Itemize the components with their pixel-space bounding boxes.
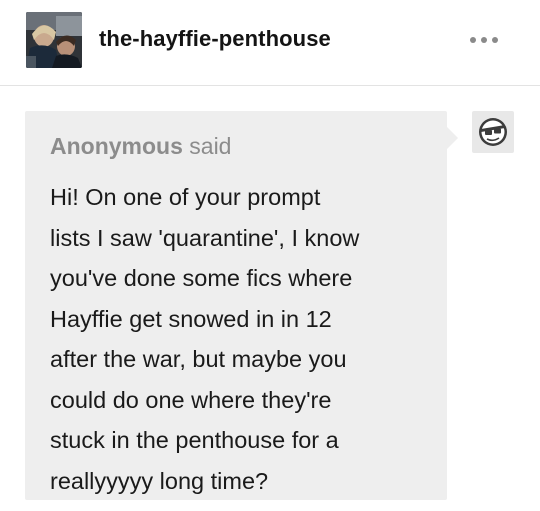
ask-message-line: lists I saw 'quarantine', I know	[50, 224, 360, 251]
anonymous-sunglasses-icon	[479, 118, 507, 146]
ellipsis-icon	[481, 37, 487, 43]
ask-message-line: Hayffie get snowed in in 12	[50, 305, 332, 332]
more-options-button[interactable]	[464, 30, 504, 50]
ask-message-line: Hi! On one of your prompt	[50, 184, 321, 210]
blog-name-link[interactable]: the-hayffie-penthouse	[99, 26, 331, 52]
anonymous-avatar	[472, 111, 514, 153]
ask-message-line: could do one where they're	[50, 386, 332, 413]
ask-message: Hi! On one of your prompt lists I saw 'q…	[50, 177, 425, 501]
asker-line: Anonymous said	[50, 133, 231, 160]
asker-said-label: said	[189, 133, 232, 159]
ask-message-line: stuck in the penthouse for a	[50, 427, 339, 453]
ask-message-line: after the war, but maybe you	[50, 346, 347, 372]
ask-message-line: you've done some fics where	[50, 265, 353, 291]
post-header: the-hayffie-penthouse	[0, 0, 540, 86]
asker-name: Anonymous	[50, 133, 183, 159]
ellipsis-icon	[492, 37, 498, 43]
ellipsis-icon	[470, 37, 476, 43]
blog-avatar[interactable]	[26, 12, 82, 68]
ask-bubble: Anonymous said Hi! On one of your prompt…	[25, 111, 458, 501]
blog-avatar-image	[26, 12, 82, 68]
ask-message-line: reallyyyyy long time?	[50, 467, 269, 494]
